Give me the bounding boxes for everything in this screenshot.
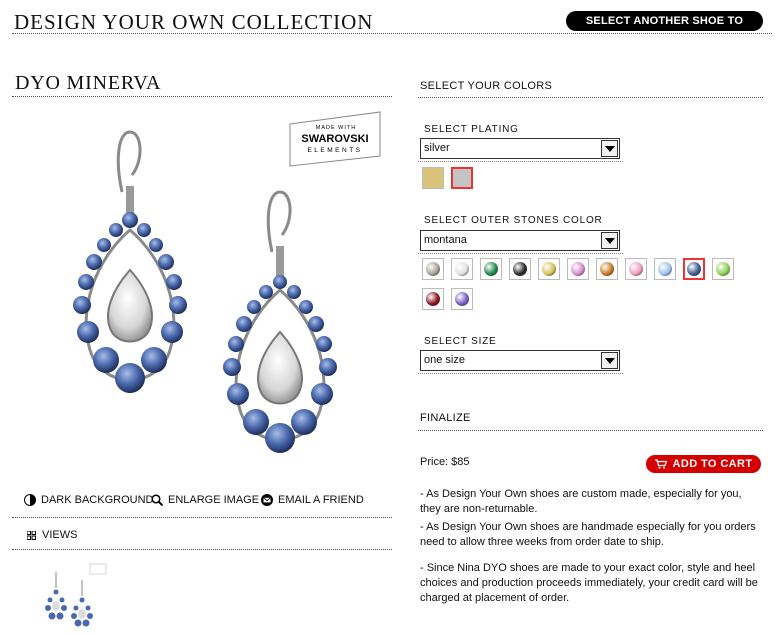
plating-select[interactable]: silver: [420, 138, 620, 159]
stone-color-swatch[interactable]: [451, 258, 473, 280]
views-divider: [12, 549, 392, 550]
email-friend-button[interactable]: EMAIL A FRIEND: [261, 494, 364, 506]
stone-color-swatch[interactable]: [422, 288, 444, 310]
chevron-down-icon: [601, 140, 618, 157]
plating-swatch-silver[interactable]: [451, 167, 473, 189]
chevron-down-icon: [601, 352, 618, 369]
stone-color-swatch[interactable]: [509, 258, 531, 280]
stone-color-swatch[interactable]: [625, 258, 647, 280]
stone-color-dot: [484, 262, 498, 276]
stones-select[interactable]: montana: [420, 230, 620, 251]
stone-color-dot: [542, 262, 556, 276]
actions-divider: [12, 517, 392, 518]
stone-color-swatch[interactable]: [654, 258, 676, 280]
stone-color-dot: [629, 262, 643, 276]
enlarge-image-button[interactable]: ENLARGE IMAGE: [151, 494, 259, 506]
add-to-cart-button[interactable]: ADD TO CART: [646, 455, 761, 473]
stone-color-swatch[interactable]: [538, 258, 560, 280]
view-thumbnail[interactable]: [40, 562, 108, 628]
select-another-shoe-button[interactable]: SELECT ANOTHER SHOE TO DESIGN: [566, 11, 763, 47]
plating-select-value: silver: [424, 142, 450, 154]
email-friend-label: EMAIL A FRIEND: [278, 494, 364, 506]
stone-color-dot: [455, 262, 469, 276]
size-underline: [418, 373, 623, 374]
stones-underline: [418, 253, 623, 254]
note-charge: - Since Nina DYO shoes are made to your …: [420, 562, 758, 604]
stone-color-swatch[interactable]: [451, 288, 473, 310]
grid-icon: [27, 530, 36, 540]
plating-underline: [418, 161, 623, 162]
stone-color-dot: [600, 262, 614, 276]
stone-color-dot: [426, 292, 440, 306]
plating-swatch-gold[interactable]: [422, 167, 444, 189]
stone-color-dot: [513, 262, 527, 276]
stone-color-dot: [571, 262, 585, 276]
views-header: VIEWS: [27, 529, 77, 541]
note-returns: - As Design Your Own shoes are custom ma…: [420, 488, 742, 515]
stone-color-dot: [716, 262, 730, 276]
stone-color-dot: [658, 262, 672, 276]
finalize-heading: FINALIZE: [420, 412, 471, 424]
envelope-icon: [261, 494, 273, 506]
page-title: DESIGN YOUR OWN COLLECTION: [14, 10, 374, 34]
colors-divider: [418, 97, 763, 98]
product-image: [73, 130, 337, 453]
right-earring: [223, 190, 337, 453]
price: Price: $85: [420, 456, 470, 468]
dark-background-label: DARK BACKGROUND: [41, 494, 154, 506]
stone-color-dot: [687, 262, 701, 276]
product-title: DYO MINERVA: [15, 72, 162, 94]
size-label: SELECT SIZE: [424, 336, 497, 347]
stone-color-dot: [426, 262, 440, 276]
title-divider: [12, 96, 392, 97]
stone-color-swatch[interactable]: [596, 258, 618, 280]
add-to-cart-label: ADD TO CART: [672, 458, 753, 470]
size-select-value: one size: [424, 354, 465, 366]
chevron-down-icon: [601, 232, 618, 249]
dark-background-button[interactable]: DARK BACKGROUND: [24, 494, 153, 506]
stone-color-swatch[interactable]: [567, 258, 589, 280]
stone-color-swatch[interactable]: [712, 258, 734, 280]
plating-label: SELECT PLATING: [424, 124, 519, 135]
contrast-icon: [24, 494, 36, 506]
finalize-divider: [418, 430, 763, 431]
stone-color-swatch[interactable]: [683, 258, 705, 280]
select-colors-heading: SELECT YOUR COLORS: [420, 80, 553, 92]
stone-color-swatch[interactable]: [422, 258, 444, 280]
views-label: VIEWS: [42, 529, 78, 541]
stones-select-value: montana: [424, 234, 467, 246]
note-shipping: - As Design Your Own shoes are handmade …: [420, 521, 756, 548]
enlarge-image-label: ENLARGE IMAGE: [168, 494, 260, 506]
stone-color-swatch[interactable]: [480, 258, 502, 280]
stones-label: SELECT OUTER STONES COLOR: [424, 215, 603, 226]
stone-color-dot: [455, 292, 469, 306]
left-earring: [73, 130, 187, 393]
cart-icon: [654, 459, 667, 469]
size-select[interactable]: one size: [420, 350, 620, 371]
header-divider: [12, 33, 772, 34]
magnifier-icon: [151, 494, 163, 506]
